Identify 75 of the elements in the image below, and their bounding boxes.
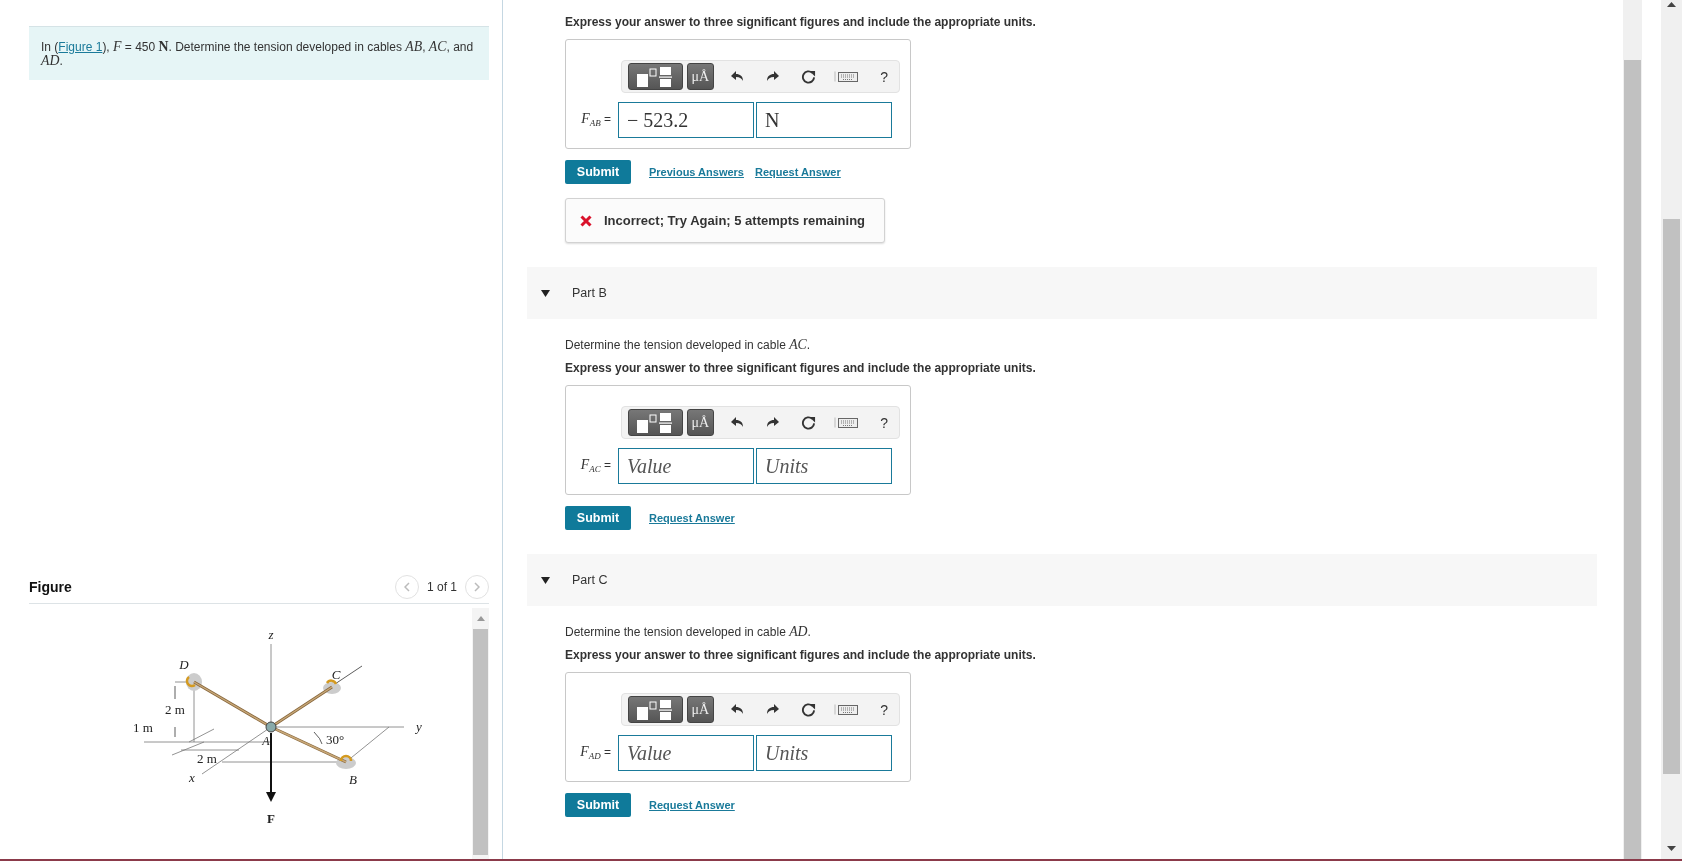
scrollbar-thumb[interactable]	[1663, 219, 1680, 774]
point-label: C	[331, 667, 341, 682]
answer-link[interactable]: Request Answer	[649, 799, 735, 811]
instruction-text: Express your answer to three significant figures and include the appropriate units.	[565, 648, 1037, 662]
redo-icon	[767, 70, 780, 83]
submit-button[interactable]: Submit	[565, 506, 631, 530]
point-label: B	[349, 772, 357, 787]
part-header[interactable]: Part C	[527, 554, 1597, 606]
force-label: F	[267, 811, 275, 826]
question-text: Determine the tension developed in cable AD.	[565, 624, 812, 640]
reset-icon	[801, 69, 817, 84]
help-button[interactable]: ?	[875, 414, 893, 431]
scroll-up-icon	[1667, 2, 1676, 7]
units-button[interactable]: μÅ	[686, 696, 715, 723]
keyboard-icon	[834, 71, 859, 82]
dimension-label: 2 m	[165, 702, 185, 717]
feedback-text: Incorrect; Try Again; 5 attempts remaining	[604, 213, 866, 228]
scroll-up-icon	[476, 616, 485, 621]
scrollbar[interactable]	[1623, 0, 1642, 859]
templates-button[interactable]	[628, 696, 683, 723]
chevron-left-icon	[403, 581, 410, 592]
keyboard-icon	[834, 417, 859, 428]
dimension-label: 2 m	[197, 751, 217, 766]
templates-button[interactable]	[628, 409, 683, 436]
keyboard-icon	[834, 704, 859, 715]
value-field[interactable]: Value	[618, 448, 754, 484]
problem-text: In (Figure 1), F = 450 N. Determine the tension developed in cables AB, AC, and AD.	[41, 40, 474, 68]
angle-label: 30°	[325, 732, 345, 747]
scrollbar[interactable]	[472, 608, 489, 859]
units-field[interactable]: Units	[756, 448, 892, 484]
answer-link[interactable]: Request Answer	[754, 166, 841, 178]
redo-icon	[767, 416, 780, 429]
units-field[interactable]: Units	[756, 735, 892, 771]
figure-heading: Figure	[29, 578, 72, 595]
scrollbar-thumb[interactable]	[473, 629, 488, 855]
value-field[interactable]: − 523.2	[618, 102, 754, 138]
submit-button[interactable]: Submit	[565, 793, 631, 817]
instruction-text: Express your answer to three significant figures and include the appropriate units.	[565, 15, 1037, 29]
caret-icon	[541, 289, 550, 297]
page-counter: 1 of 1	[426, 579, 457, 594]
help-button[interactable]: ?	[875, 701, 893, 718]
undo-icon	[731, 416, 744, 429]
units-field[interactable]: N	[756, 102, 892, 138]
question-text: Determine the tension developed in cable AC.	[565, 337, 812, 353]
help-button[interactable]: ?	[875, 68, 893, 85]
submit-button[interactable]: Submit	[565, 160, 631, 184]
answer-link[interactable]: Request Answer	[649, 512, 735, 524]
redo-icon	[767, 703, 780, 716]
reset-icon	[801, 415, 817, 430]
instruction-text: Express your answer to three significant figures and include the appropriate units.	[565, 361, 1037, 375]
chevron-right-icon	[474, 581, 480, 592]
templates-button[interactable]	[628, 63, 683, 90]
units-button[interactable]: μÅ	[686, 63, 715, 90]
point-label: D	[179, 657, 189, 672]
variable-label: F$_{AB}$ =	[580, 111, 612, 129]
variable-label: F$_{AC}$ =	[579, 457, 612, 475]
scroll-down-icon	[1667, 846, 1676, 851]
axis-label: z	[268, 627, 274, 642]
point-label: A	[262, 734, 270, 748]
answer-link[interactable]: Previous Answers	[649, 166, 744, 178]
variable-label: F$_{AD}$ =	[579, 744, 612, 762]
reset-icon	[801, 702, 817, 717]
scrollbar[interactable]	[1661, 0, 1682, 859]
undo-icon	[731, 703, 744, 716]
value-field[interactable]: Value	[618, 735, 754, 771]
figure-link[interactable]: Figure 1	[58, 40, 103, 54]
dimension-label: 1 m	[133, 720, 153, 735]
scrollbar-thumb[interactable]	[1624, 60, 1641, 859]
axis-label: x	[189, 770, 195, 785]
cross-icon	[580, 214, 592, 227]
caret-icon	[541, 576, 550, 584]
undo-icon	[731, 70, 744, 83]
part-header[interactable]: Part B	[527, 267, 1597, 319]
axis-label: y	[416, 719, 422, 734]
units-button[interactable]: μÅ	[686, 409, 715, 436]
